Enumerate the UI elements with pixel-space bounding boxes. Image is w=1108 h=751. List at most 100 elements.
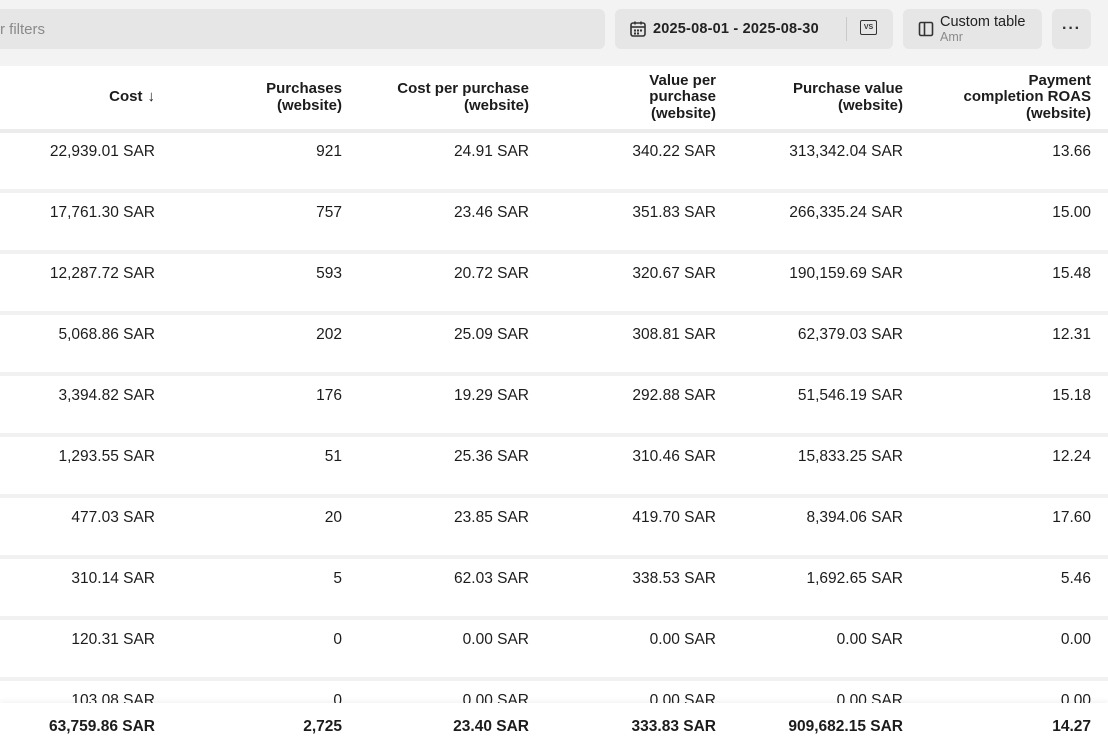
table-row[interactable]: 120.31 SAR 0 0.00 SAR 0.00 SAR 0.00 SAR 0.00 (0, 620, 1108, 681)
cell-purchases: 921 (316, 143, 342, 160)
cell-value-per-purchase: 308.81 SAR (632, 326, 716, 343)
date-range-label: 2025-08-01 - 2025-08-30 (653, 21, 819, 37)
cell-cost: 3,394.82 SAR (58, 387, 155, 404)
cell-payment-roas: 12.24 (1052, 448, 1091, 465)
column-header-value-per-purchase[interactable]: Value per purchase (website) (649, 66, 716, 129)
cell-purchase-value: 190,159.69 SAR (789, 265, 903, 282)
total-purchases: 2,725 (303, 718, 342, 735)
more-icon: ··· (1062, 20, 1081, 37)
cell-cost-per-purchase: 25.09 SAR (454, 326, 529, 343)
custom-table-button[interactable]: Custom table Amr (903, 9, 1042, 49)
table-header: Cost ↓ Purchases (website) Cost per purc… (0, 66, 1108, 129)
cell-value-per-purchase: 340.22 SAR (632, 143, 716, 160)
table-body: 22,939.01 SAR 921 24.91 SAR 340.22 SAR 313,3… (0, 133, 1108, 703)
cell-payment-roas: 0.00 (1060, 692, 1091, 703)
date-range-picker[interactable]: 2025-08-01 - 2025-08-30 VS (615, 9, 893, 49)
cell-cost: 103.08 SAR (71, 692, 155, 703)
column-header-cost-per-purchase[interactable]: Cost per purchase (website) (397, 66, 529, 129)
date-divider (846, 17, 847, 41)
table-row[interactable]: 103.08 SAR 0 0.00 SAR 0.00 SAR 0.00 SAR 0.00 (0, 681, 1108, 703)
cell-purchase-value: 51,546.19 SAR (797, 387, 903, 404)
cell-value-per-purchase: 0.00 SAR (649, 631, 716, 648)
cell-cost: 310.14 SAR (71, 570, 155, 587)
column-header-purchase-value[interactable]: Purchase value (website) (793, 66, 903, 129)
cell-payment-roas: 17.60 (1052, 509, 1091, 526)
more-options-button[interactable]: ··· (1052, 9, 1091, 49)
cell-payment-roas: 15.48 (1052, 265, 1091, 282)
cell-purchases: 0 (333, 692, 342, 703)
cell-purchases: 593 (316, 265, 342, 282)
cell-payment-roas: 15.00 (1052, 204, 1091, 221)
calendar-icon (629, 20, 647, 38)
cell-cost-per-purchase: 24.91 SAR (454, 143, 529, 160)
cell-cost-per-purchase: 19.29 SAR (454, 387, 529, 404)
cell-value-per-purchase: 0.00 SAR (649, 692, 716, 703)
cell-cost-per-purchase: 0.00 SAR (462, 692, 529, 703)
cell-cost-per-purchase: 25.36 SAR (454, 448, 529, 465)
cell-cost: 17,761.30 SAR (49, 204, 155, 221)
cell-purchase-value: 15,833.25 SAR (797, 448, 903, 465)
columns-icon (918, 21, 934, 37)
cell-cost-per-purchase: 0.00 SAR (462, 631, 529, 648)
table-row[interactable]: 22,939.01 SAR 921 24.91 SAR 340.22 SAR 313,3… (0, 133, 1108, 193)
cell-cost: 1,293.55 SAR (58, 448, 155, 465)
cell-cost: 477.03 SAR (71, 509, 155, 526)
cell-value-per-purchase: 338.53 SAR (632, 570, 716, 587)
cell-purchase-value: 1,692.65 SAR (806, 570, 903, 587)
cell-cost: 120.31 SAR (71, 631, 155, 648)
total-value-per-purchase: 333.83 SAR (631, 718, 716, 735)
table-row[interactable]: 3,394.82 SAR 176 19.29 SAR 292.88 SAR 51,546… (0, 376, 1108, 437)
search-placeholder: r filters (0, 20, 45, 38)
column-header-purchases[interactable]: Purchases (website) (266, 66, 342, 129)
cell-purchases: 176 (316, 387, 342, 404)
cell-purchases: 0 (333, 631, 342, 648)
totals-row: 63,759.86 SAR 2,725 23.40 SAR 333.83 SAR… (0, 703, 1108, 751)
cell-payment-roas: 0.00 (1060, 631, 1091, 648)
cell-cost-per-purchase: 23.85 SAR (454, 509, 529, 526)
cell-payment-roas: 5.46 (1060, 570, 1091, 587)
cell-purchase-value: 0.00 SAR (836, 631, 903, 648)
cell-value-per-purchase: 351.83 SAR (632, 204, 716, 221)
cell-value-per-purchase: 310.46 SAR (632, 448, 716, 465)
cell-purchase-value: 8,394.06 SAR (806, 509, 903, 526)
total-cost: 63,759.86 SAR (49, 718, 155, 735)
table-row[interactable]: 17,761.30 SAR 757 23.46 SAR 351.83 SAR 266,3… (0, 193, 1108, 254)
cell-purchases: 20 (324, 509, 342, 526)
table-row[interactable]: 1,293.55 SAR 51 25.36 SAR 310.46 SAR 15,833.… (0, 437, 1108, 498)
cell-cost: 5,068.86 SAR (58, 326, 155, 343)
total-cost-per-purchase: 23.40 SAR (453, 718, 529, 735)
custom-table-owner: Amr (940, 30, 963, 44)
table-row[interactable]: 310.14 SAR 5 62.03 SAR 338.53 SAR 1,692.65 S… (0, 559, 1108, 620)
custom-table-title: Custom table (940, 14, 1026, 30)
compare-vs-icon[interactable]: VS (860, 20, 877, 35)
cell-payment-roas: 13.66 (1052, 143, 1091, 160)
cell-payment-roas: 15.18 (1052, 387, 1091, 404)
sort-descending-icon: ↓ (147, 88, 156, 106)
cell-value-per-purchase: 419.70 SAR (632, 509, 716, 526)
table-row[interactable]: 12,287.72 SAR 593 20.72 SAR 320.67 SAR 190,1… (0, 254, 1108, 315)
table-row[interactable]: 477.03 SAR 20 23.85 SAR 419.70 SAR 8,394.06 … (0, 498, 1108, 559)
total-payment-roas: 14.27 (1052, 718, 1091, 735)
cell-cost-per-purchase: 20.72 SAR (454, 265, 529, 282)
cell-cost: 12,287.72 SAR (49, 265, 155, 282)
cell-payment-roas: 12.31 (1052, 326, 1091, 343)
cell-purchase-value: 313,342.04 SAR (789, 143, 903, 160)
filter-search-input[interactable]: r filters (0, 9, 605, 49)
cell-cost-per-purchase: 23.46 SAR (454, 204, 529, 221)
cell-purchases: 51 (324, 448, 342, 465)
data-table: Cost ↓ Purchases (website) Cost per purc… (0, 66, 1108, 751)
column-header-payment-roas[interactable]: Payment completion ROAS (website) (963, 66, 1091, 129)
total-purchase-value: 909,682.15 SAR (788, 718, 903, 735)
table-row[interactable]: 5,068.86 SAR 202 25.09 SAR 308.81 SAR 62,379… (0, 315, 1108, 376)
cell-cost: 22,939.01 SAR (49, 143, 155, 160)
cell-cost-per-purchase: 62.03 SAR (454, 570, 529, 587)
cell-value-per-purchase: 292.88 SAR (632, 387, 716, 404)
cell-purchase-value: 0.00 SAR (836, 692, 903, 703)
toolbar: r filters 2025-08-01 - 2025-08-30 VS Cus… (0, 0, 1108, 58)
cell-purchases: 202 (316, 326, 342, 343)
column-header-cost[interactable]: Cost ↓ (109, 66, 155, 129)
cell-purchases: 757 (316, 204, 342, 221)
cell-purchases: 5 (333, 570, 342, 587)
cell-purchase-value: 62,379.03 SAR (797, 326, 903, 343)
cell-purchase-value: 266,335.24 SAR (789, 204, 903, 221)
